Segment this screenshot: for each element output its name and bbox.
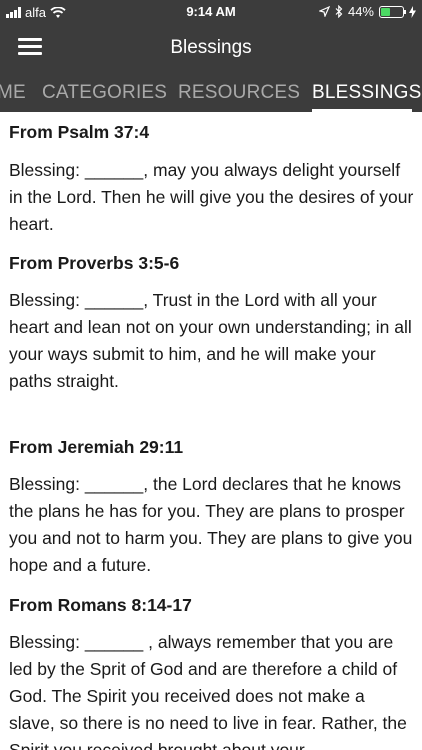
tab-blessings[interactable]: BLESSINGS (312, 82, 422, 104)
bluetooth-icon (335, 5, 343, 18)
entry-body: Blessing: ______, Trust in the Lord with… (9, 290, 412, 391)
entry-heading: From Jeremiah 29:11 (9, 437, 184, 457)
entry-body: Blessing: ______ , always remember that … (9, 632, 407, 750)
charging-icon (409, 5, 416, 18)
tab-categories[interactable]: CATEGORIES (42, 82, 167, 104)
entry-body: Blessing: ______, the Lord declares that… (9, 474, 413, 575)
page-title: Blessings (170, 37, 252, 58)
battery-percent: 44% (347, 4, 374, 19)
entry-heading: From Romans 8:14-17 (9, 595, 192, 615)
status-bar: alfa 9:14 AM 44% (0, 0, 422, 24)
entry-heading: From Proverbs 3:5-6 (9, 253, 180, 273)
entry-body: Blessing: ______, may you always delight… (9, 160, 414, 234)
tab-home[interactable]: ME (0, 82, 26, 104)
entry-heading: From Psalm 37:4 (9, 122, 150, 142)
title-bar: Blessings (0, 28, 422, 68)
status-right: 44% (318, 4, 416, 19)
app-bar: alfa 9:14 AM 44% Blessings ME CATEGORIES… (0, 0, 422, 112)
tab-resources[interactable]: RESOURCES (178, 82, 300, 104)
blessings-list[interactable]: From Psalm 37:4 Blessing: ______, may yo… (0, 112, 422, 750)
location-icon (318, 6, 330, 17)
tab-bar: ME CATEGORIES RESOURCES BLESSINGS (0, 72, 422, 112)
battery-icon (379, 5, 406, 18)
